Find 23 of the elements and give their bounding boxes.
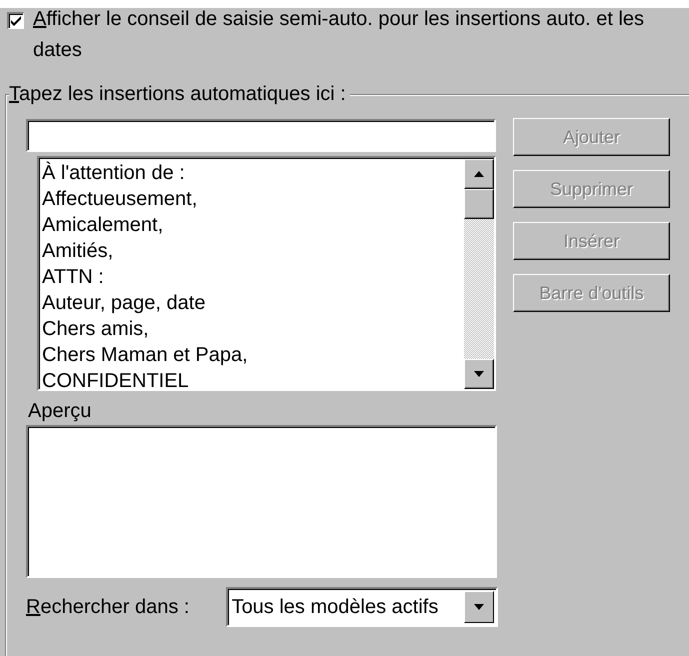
search-in-dropdown[interactable]: Tous les modèles actifs bbox=[226, 587, 498, 627]
list-item[interactable]: Affectueusement, bbox=[42, 186, 464, 212]
scroll-down-button[interactable] bbox=[464, 359, 494, 389]
search-in-label: Rechercher dans : bbox=[26, 596, 190, 618]
scrollbar[interactable] bbox=[464, 159, 494, 389]
list-item[interactable]: Chers Maman et Papa, bbox=[42, 342, 464, 368]
list-item[interactable]: ATTN : bbox=[42, 264, 464, 290]
checkbox[interactable] bbox=[7, 12, 24, 29]
list-item[interactable]: Chers amis, bbox=[42, 316, 464, 342]
checkbox-label[interactable]: Afficher le conseil de saisie semi-auto. pour les insertions auto. et les dates bbox=[33, 8, 648, 66]
scroll-up-button[interactable] bbox=[464, 159, 494, 189]
list-item[interactable]: À l'attention de : bbox=[42, 160, 464, 186]
up-arrow-icon bbox=[474, 171, 484, 177]
list-item[interactable]: Amicalement, bbox=[42, 212, 464, 238]
group-title: Tapez les insertions automatiques ici : bbox=[9, 83, 350, 105]
list-item[interactable]: Amitiés, bbox=[42, 238, 464, 264]
down-arrow-icon bbox=[474, 371, 484, 377]
list-item[interactable]: Auteur, page, date bbox=[42, 290, 464, 316]
input-field[interactable] bbox=[26, 119, 496, 152]
caret-icon bbox=[474, 604, 484, 610]
list-item[interactable]: CONFIDENTIEL bbox=[42, 368, 464, 394]
scroll-thumb[interactable] bbox=[464, 189, 494, 219]
preview-label: Aperçu bbox=[28, 399, 92, 423]
